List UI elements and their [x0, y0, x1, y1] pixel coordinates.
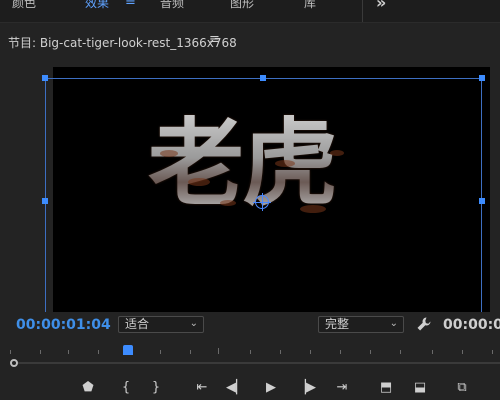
tab-color[interactable]: 颜色	[12, 0, 36, 11]
playback-resolution-dropdown[interactable]: 完整 ⌄	[318, 316, 404, 333]
zoom-scrollbar-handle[interactable]	[10, 359, 18, 367]
time-ruler[interactable]	[0, 340, 500, 356]
anchor-point-icon[interactable]	[253, 193, 271, 211]
tab-audio[interactable]: 音频	[160, 0, 184, 11]
zoom-fit-label: 适合	[125, 317, 150, 331]
mark-in-icon[interactable]: {	[116, 379, 136, 397]
transport-controls: ⬟ { } ⇤ ◀▏ ▶ ▕▶ ⇥ ⬒ ⬓ ⧉	[0, 376, 500, 400]
current-timecode[interactable]: 00:00:01:04	[16, 317, 111, 333]
program-monitor-header: 节目: Big-cat-tiger-look-rest_1366x768 ≡	[0, 22, 500, 60]
panel-tab-bar: 颜色 效果 ≡ 音频 图形 库 »	[0, 0, 500, 23]
hamburger-menu-icon[interactable]: ≡	[209, 32, 220, 47]
mark-out-icon[interactable]: }	[146, 379, 166, 397]
chevron-down-icon: ⌄	[189, 318, 198, 329]
transform-handle[interactable]	[479, 75, 485, 81]
go-to-in-icon[interactable]: ⇤	[192, 379, 212, 397]
transform-handle[interactable]	[260, 75, 266, 81]
monitor-controls-bar: 00:00:01:04 适合 ⌄ 完整 ⌄ 00:00:05	[0, 312, 500, 340]
export-frame-icon[interactable]: ⧉	[452, 379, 472, 397]
double-chevron-right-icon[interactable]: »	[376, 0, 386, 12]
add-marker-icon[interactable]: ⬟	[78, 379, 98, 397]
tab-library[interactable]: 库	[304, 0, 316, 11]
transform-handle[interactable]	[479, 198, 485, 204]
playback-resolution-label: 完整	[325, 317, 350, 331]
transform-handle[interactable]	[42, 75, 48, 81]
zoom-fit-dropdown[interactable]: 适合 ⌄	[118, 316, 204, 333]
tab-effects[interactable]: 效果	[85, 0, 109, 11]
extract-icon[interactable]: ⬓	[410, 379, 430, 397]
hamburger-menu-icon[interactable]: ≡	[125, 0, 136, 9]
tab-divider	[362, 0, 363, 22]
step-forward-icon[interactable]: ▕▶	[296, 379, 316, 397]
zoom-scrollbar-track[interactable]	[10, 362, 500, 364]
step-back-icon[interactable]: ◀▏	[226, 379, 246, 397]
wrench-icon[interactable]	[416, 316, 432, 332]
program-monitor-title[interactable]: 节目: Big-cat-tiger-look-rest_1366x768	[8, 34, 237, 51]
go-to-out-icon[interactable]: ⇥	[332, 379, 352, 397]
tab-graphics[interactable]: 图形	[230, 0, 254, 11]
chevron-down-icon: ⌄	[389, 318, 398, 329]
duration-timecode[interactable]: 00:00:05	[443, 317, 500, 333]
playhead-marker[interactable]	[123, 345, 133, 355]
transform-handle[interactable]	[42, 198, 48, 204]
lift-icon[interactable]: ⬒	[376, 379, 396, 397]
play-icon[interactable]: ▶	[261, 379, 281, 397]
